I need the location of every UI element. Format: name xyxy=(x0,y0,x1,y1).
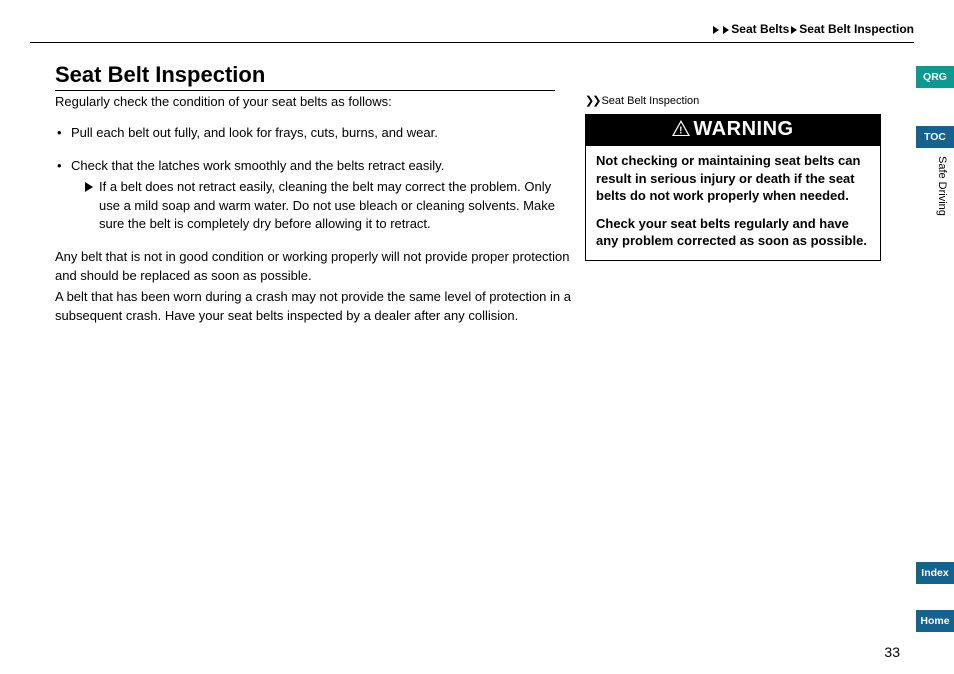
chevron-right-icon xyxy=(713,26,719,34)
divider-heading xyxy=(55,90,555,91)
chevron-right-icon xyxy=(723,26,729,34)
bullet-text: Check that the latches work smoothly and… xyxy=(71,158,444,173)
side-marker: ❯❯Seat Belt Inspection xyxy=(585,94,699,107)
side-marker-text: Seat Belt Inspection xyxy=(601,95,699,107)
warning-p2: Check your seat belts regularly and have… xyxy=(596,215,870,250)
warning-title: WARNING xyxy=(693,118,793,140)
bullet-item: Check that the latches work smoothly and… xyxy=(55,157,575,234)
warning-icon: ! xyxy=(672,119,690,142)
section-label: Safe Driving xyxy=(936,156,948,216)
svg-text:!: ! xyxy=(679,126,683,137)
bullet-item: Pull each belt out fully, and look for f… xyxy=(55,124,575,143)
warning-header: ! WARNING xyxy=(586,115,880,146)
warning-body: Not checking or maintaining seat belts c… xyxy=(586,146,880,260)
breadcrumb-level1[interactable]: Seat Belts xyxy=(731,22,789,36)
tab-home[interactable]: Home xyxy=(916,610,954,632)
bullet-sub: If a belt does not retract easily, clean… xyxy=(71,178,575,235)
bullet-sub-text: If a belt does not retract easily, clean… xyxy=(99,179,555,232)
page-title: Seat Belt Inspection xyxy=(55,62,265,88)
triangle-right-icon xyxy=(85,182,93,192)
body-content: Pull each belt out fully, and look for f… xyxy=(55,124,575,328)
tab-index[interactable]: Index xyxy=(916,562,954,584)
breadcrumb-level2[interactable]: Seat Belt Inspection xyxy=(799,22,914,36)
paragraph: A belt that has been worn during a crash… xyxy=(55,288,575,326)
chevron-right-icon xyxy=(791,26,797,34)
warning-p1: Not checking or maintaining seat belts c… xyxy=(596,152,870,205)
page-number: 33 xyxy=(884,644,900,660)
bullet-text: Pull each belt out fully, and look for f… xyxy=(71,125,438,140)
breadcrumb: Seat Belts Seat Belt Inspection xyxy=(711,22,914,36)
intro-text: Regularly check the condition of your se… xyxy=(55,93,555,111)
warning-box: ! WARNING Not checking or maintaining se… xyxy=(585,114,881,261)
tab-qrg[interactable]: QRG xyxy=(916,66,954,88)
paragraph: Any belt that is not in good condition o… xyxy=(55,248,575,286)
tab-toc[interactable]: TOC xyxy=(916,126,954,148)
divider-top xyxy=(30,42,914,43)
double-chevron-icon: ❯❯ xyxy=(585,94,599,107)
